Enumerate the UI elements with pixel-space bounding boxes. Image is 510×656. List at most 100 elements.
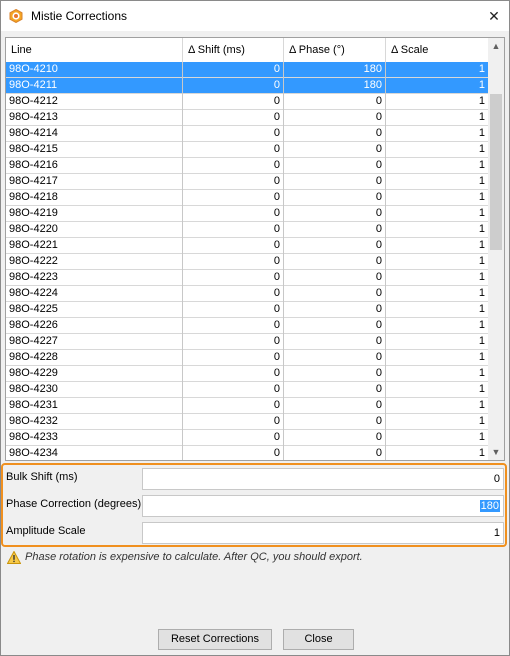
scale-cell[interactable]: 1 bbox=[386, 158, 488, 174]
table-row[interactable]: 98O-4229 0 0 1 bbox=[6, 366, 488, 382]
shift-cell[interactable]: 0 bbox=[183, 238, 284, 254]
close-icon[interactable]: ✕ bbox=[479, 1, 509, 31]
phase-cell[interactable]: 0 bbox=[284, 446, 386, 460]
line-cell[interactable]: 98O-4225 bbox=[6, 302, 183, 318]
close-button[interactable]: Close bbox=[283, 629, 354, 650]
scale-cell[interactable]: 1 bbox=[386, 78, 488, 94]
scale-cell[interactable]: 1 bbox=[386, 446, 488, 460]
line-cell[interactable]: 98O-4213 bbox=[6, 110, 183, 126]
table-row[interactable]: 98O-4228 0 0 1 bbox=[6, 350, 488, 366]
phase-cell[interactable]: 0 bbox=[284, 94, 386, 110]
table-row[interactable]: 98O-4210 0 180 1 bbox=[6, 62, 488, 78]
shift-cell[interactable]: 0 bbox=[183, 222, 284, 238]
scale-cell[interactable]: 1 bbox=[386, 318, 488, 334]
table-row[interactable]: 98O-4220 0 0 1 bbox=[6, 222, 488, 238]
line-cell[interactable]: 98O-4221 bbox=[6, 238, 183, 254]
table-row[interactable]: 98O-4221 0 0 1 bbox=[6, 238, 488, 254]
phase-cell[interactable]: 0 bbox=[284, 158, 386, 174]
line-cell[interactable]: 98O-4229 bbox=[6, 366, 183, 382]
table-row[interactable]: 98O-4212 0 0 1 bbox=[6, 94, 488, 110]
scale-cell[interactable]: 1 bbox=[386, 302, 488, 318]
shift-cell[interactable]: 0 bbox=[183, 126, 284, 142]
line-cell[interactable]: 98O-4232 bbox=[6, 414, 183, 430]
line-cell[interactable]: 98O-4214 bbox=[6, 126, 183, 142]
scroll-up-icon[interactable]: ▲ bbox=[488, 38, 504, 54]
scale-cell[interactable]: 1 bbox=[386, 270, 488, 286]
shift-cell[interactable]: 0 bbox=[183, 334, 284, 350]
line-cell[interactable]: 98O-4231 bbox=[6, 398, 183, 414]
phase-cell[interactable]: 0 bbox=[284, 382, 386, 398]
line-cell[interactable]: 98O-4211 bbox=[6, 78, 183, 94]
bulk-shift-field[interactable]: 0 bbox=[142, 468, 504, 490]
table-row[interactable]: 98O-4211 0 180 1 bbox=[6, 78, 488, 94]
phase-cell[interactable]: 0 bbox=[284, 334, 386, 350]
amplitude-scale-field[interactable]: 1 bbox=[142, 522, 504, 544]
line-cell[interactable]: 98O-4215 bbox=[6, 142, 183, 158]
phase-cell[interactable]: 0 bbox=[284, 190, 386, 206]
line-cell[interactable]: 98O-4216 bbox=[6, 158, 183, 174]
scale-cell[interactable]: 1 bbox=[386, 142, 488, 158]
table-row[interactable]: 98O-4223 0 0 1 bbox=[6, 270, 488, 286]
table-row[interactable]: 98O-4233 0 0 1 bbox=[6, 430, 488, 446]
table-row[interactable]: 98O-4231 0 0 1 bbox=[6, 398, 488, 414]
phase-cell[interactable]: 0 bbox=[284, 222, 386, 238]
line-cell[interactable]: 98O-4234 bbox=[6, 446, 183, 460]
line-cell[interactable]: 98O-4210 bbox=[6, 62, 183, 78]
table-row[interactable]: 98O-4232 0 0 1 bbox=[6, 414, 488, 430]
shift-cell[interactable]: 0 bbox=[183, 270, 284, 286]
line-cell[interactable]: 98O-4223 bbox=[6, 270, 183, 286]
scale-cell[interactable]: 1 bbox=[386, 430, 488, 446]
phase-cell[interactable]: 0 bbox=[284, 430, 386, 446]
reset-corrections-button[interactable]: Reset Corrections bbox=[158, 629, 272, 650]
scale-cell[interactable]: 1 bbox=[386, 334, 488, 350]
table-row[interactable]: 98O-4213 0 0 1 bbox=[6, 110, 488, 126]
phase-cell[interactable]: 0 bbox=[284, 110, 386, 126]
shift-cell[interactable]: 0 bbox=[183, 206, 284, 222]
table-row[interactable]: 98O-4217 0 0 1 bbox=[6, 174, 488, 190]
scale-cell[interactable]: 1 bbox=[386, 366, 488, 382]
shift-cell[interactable]: 0 bbox=[183, 110, 284, 126]
phase-cell[interactable]: 0 bbox=[284, 366, 386, 382]
table-row[interactable]: 98O-4215 0 0 1 bbox=[6, 142, 488, 158]
phase-cell[interactable]: 0 bbox=[284, 142, 386, 158]
scale-cell[interactable]: 1 bbox=[386, 126, 488, 142]
table-row[interactable]: 98O-4214 0 0 1 bbox=[6, 126, 488, 142]
scale-cell[interactable]: 1 bbox=[386, 350, 488, 366]
line-cell[interactable]: 98O-4212 bbox=[6, 94, 183, 110]
table-row[interactable]: 98O-4226 0 0 1 bbox=[6, 318, 488, 334]
shift-cell[interactable]: 0 bbox=[183, 158, 284, 174]
phase-cell[interactable]: 0 bbox=[284, 238, 386, 254]
phase-cell[interactable]: 0 bbox=[284, 254, 386, 270]
phase-cell[interactable]: 0 bbox=[284, 286, 386, 302]
shift-cell[interactable]: 0 bbox=[183, 382, 284, 398]
scale-cell[interactable]: 1 bbox=[386, 382, 488, 398]
shift-cell[interactable]: 0 bbox=[183, 350, 284, 366]
table-row[interactable]: 98O-4222 0 0 1 bbox=[6, 254, 488, 270]
line-cell[interactable]: 98O-4218 bbox=[6, 190, 183, 206]
line-cell[interactable]: 98O-4233 bbox=[6, 430, 183, 446]
shift-cell[interactable]: 0 bbox=[183, 254, 284, 270]
phase-cell[interactable]: 0 bbox=[284, 302, 386, 318]
phase-cell[interactable]: 0 bbox=[284, 318, 386, 334]
scale-cell[interactable]: 1 bbox=[386, 94, 488, 110]
shift-cell[interactable]: 0 bbox=[183, 398, 284, 414]
line-cell[interactable]: 98O-4222 bbox=[6, 254, 183, 270]
vertical-scrollbar[interactable]: ▲ ▼ bbox=[488, 38, 504, 460]
phase-cell[interactable]: 0 bbox=[284, 414, 386, 430]
scale-cell[interactable]: 1 bbox=[386, 62, 488, 78]
scale-cell[interactable]: 1 bbox=[386, 414, 488, 430]
table-row[interactable]: 98O-4218 0 0 1 bbox=[6, 190, 488, 206]
table-row[interactable]: 98O-4230 0 0 1 bbox=[6, 382, 488, 398]
shift-cell[interactable]: 0 bbox=[183, 142, 284, 158]
shift-cell[interactable]: 0 bbox=[183, 446, 284, 460]
shift-cell[interactable]: 0 bbox=[183, 286, 284, 302]
scale-cell[interactable]: 1 bbox=[386, 190, 488, 206]
scale-cell[interactable]: 1 bbox=[386, 222, 488, 238]
phase-cell[interactable]: 0 bbox=[284, 174, 386, 190]
shift-cell[interactable]: 0 bbox=[183, 94, 284, 110]
column-header-shift[interactable]: Δ Shift (ms) bbox=[183, 38, 284, 62]
line-cell[interactable]: 98O-4226 bbox=[6, 318, 183, 334]
scale-cell[interactable]: 1 bbox=[386, 206, 488, 222]
shift-cell[interactable]: 0 bbox=[183, 190, 284, 206]
phase-cell[interactable]: 0 bbox=[284, 126, 386, 142]
